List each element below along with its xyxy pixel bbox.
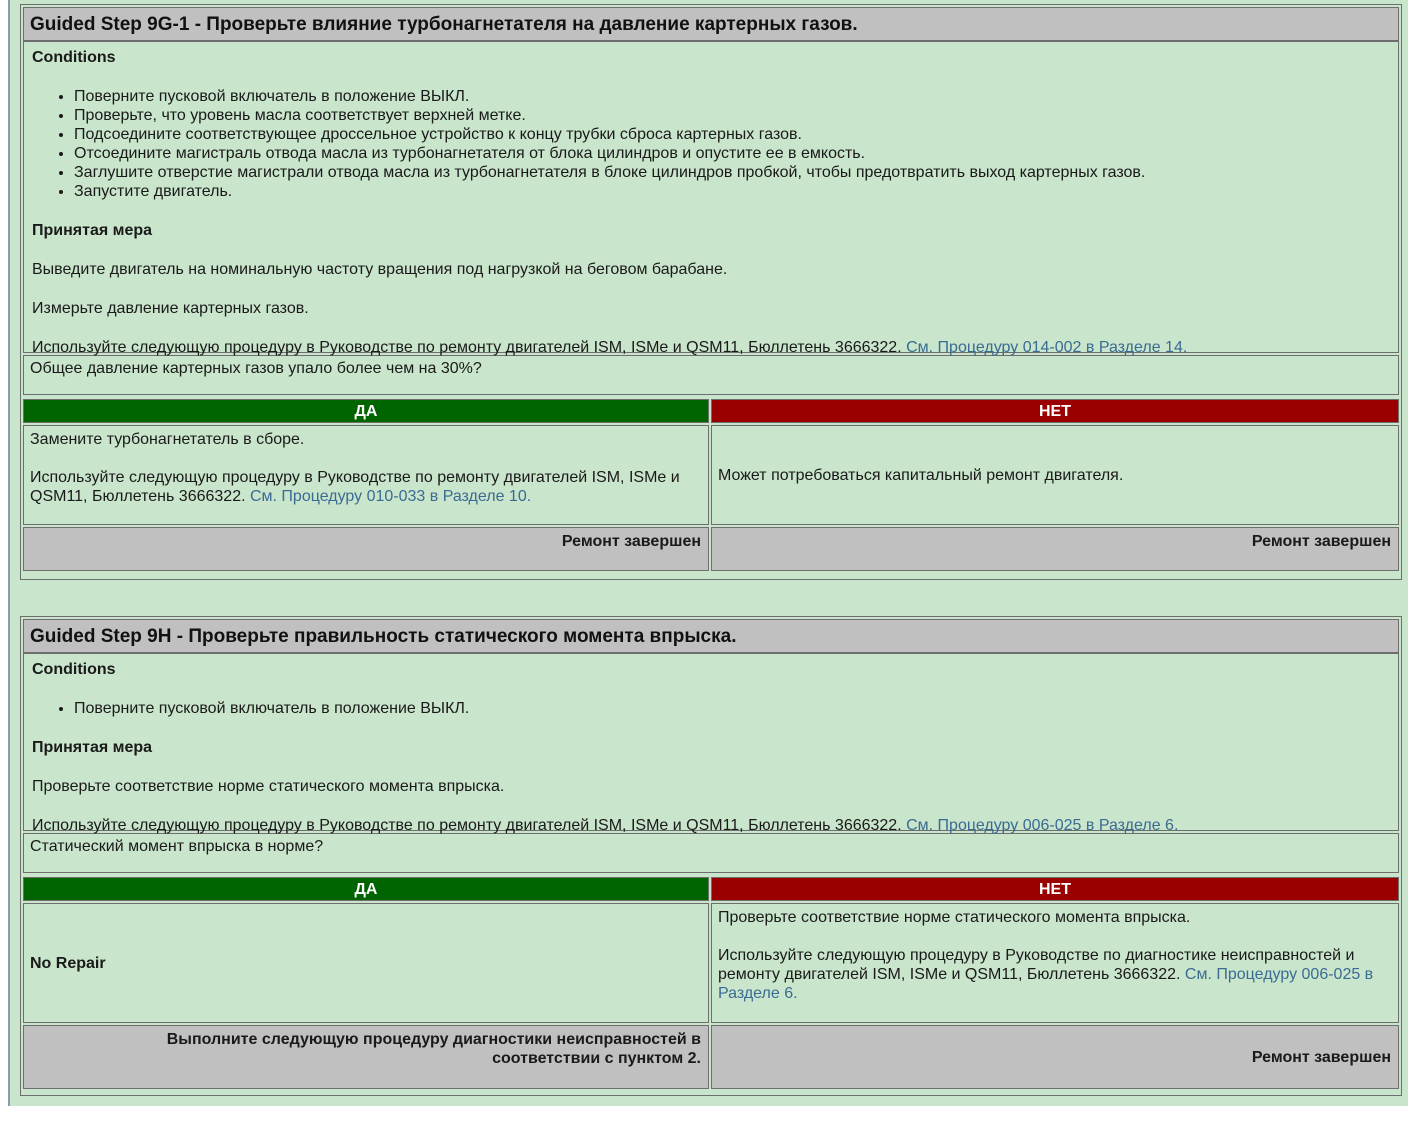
conditions-block: Conditions Поверните пусковой включатель… — [23, 653, 1399, 834]
step-title: Guided Step 9H - Проверьте правильность … — [23, 619, 1399, 653]
question-text: Статический момент впрыска в норме? — [23, 833, 1399, 873]
conditions-list: Поверните пусковой включатель в положени… — [32, 87, 1390, 201]
conditions-list: Поверните пусковой включатель в положени… — [32, 699, 1390, 718]
yes-result: No Repair — [23, 903, 709, 1023]
no-reference: Используйте следующую процедуру в Руково… — [718, 946, 1392, 1003]
conditions-block: Conditions Поверните пусковой включатель… — [23, 41, 1399, 356]
no-header: НЕТ — [711, 399, 1399, 423]
conditions-heading: Conditions — [32, 49, 116, 66]
yes-result: Замените турбонагнетатель в сборе. Испол… — [23, 425, 709, 525]
list-item: Запустите двигатель. — [74, 182, 1390, 201]
yes-result-text: No Repair — [30, 954, 106, 972]
procedure-link[interactable]: См. Процедуру 010-033 в Разделе 10. — [250, 488, 531, 505]
reference-text: Используйте следующую процедуру в Руково… — [32, 338, 1390, 357]
list-item: Подсоедините соответствующее дроссельное… — [74, 125, 1390, 144]
guided-step-9g-1: Guided Step 9G-1 - Проверьте влияние тур… — [20, 4, 1402, 580]
procedure-link[interactable]: См. Процедуру 014-002 в Разделе 14. — [906, 339, 1187, 356]
no-footer-label: Ремонт завершен — [1251, 1048, 1391, 1066]
reference-label: Используйте следующую процедуру в Руково… — [32, 339, 902, 356]
action-text: Измерьте давление картерных газов. — [32, 300, 309, 317]
action-text: Выведите двигатель на номинальную частот… — [32, 261, 728, 278]
no-header: НЕТ — [711, 877, 1399, 901]
reference-label: Используйте следующую процедуру в Руково… — [32, 817, 902, 834]
no-footer-button[interactable]: Ремонт завершен — [711, 527, 1399, 571]
yes-result-text: Замените турбонагнетатель в сборе. — [30, 431, 305, 448]
list-item: Отсоедините магистраль отвода масла из т… — [74, 144, 1390, 163]
window-left-edge — [0, 0, 10, 1106]
no-result: Проверьте соответствие норме статическог… — [711, 903, 1399, 1023]
list-item: Заглушите отверстие магистрали отвода ма… — [74, 163, 1390, 182]
action-heading: Принятая мера — [32, 739, 153, 756]
no-result-text: Может потребоваться капитальный ремонт д… — [718, 466, 1124, 484]
action-text: Проверьте соответствие норме статическог… — [32, 778, 505, 795]
question-text: Общее давление картерных газов упало бол… — [23, 355, 1399, 395]
step-title: Guided Step 9G-1 - Проверьте влияние тур… — [23, 7, 1399, 41]
no-footer-button[interactable]: Ремонт завершен — [711, 1025, 1399, 1089]
procedure-link[interactable]: См. Процедуру 006-025 в Разделе 6. — [906, 817, 1178, 834]
action-heading: Принятая мера — [32, 222, 153, 239]
yes-footer-button[interactable]: Выполните следующую процедуру диагностик… — [23, 1025, 709, 1089]
list-item: Поверните пусковой включатель в положени… — [74, 699, 1390, 718]
yes-header: ДА — [23, 399, 709, 423]
yes-footer-button[interactable]: Ремонт завершен — [23, 527, 709, 571]
conditions-heading: Conditions — [32, 661, 116, 678]
list-item: Проверьте, что уровень масла соответству… — [74, 106, 1390, 125]
yes-reference: Используйте следующую процедуру в Руково… — [30, 468, 702, 506]
no-result-text: Проверьте соответствие норме статическог… — [718, 909, 1191, 926]
list-item: Поверните пусковой включатель в положени… — [74, 87, 1390, 106]
yes-header: ДА — [23, 877, 709, 901]
no-result: Может потребоваться капитальный ремонт д… — [711, 425, 1399, 525]
guided-step-9h: Guided Step 9H - Проверьте правильность … — [20, 616, 1402, 1096]
